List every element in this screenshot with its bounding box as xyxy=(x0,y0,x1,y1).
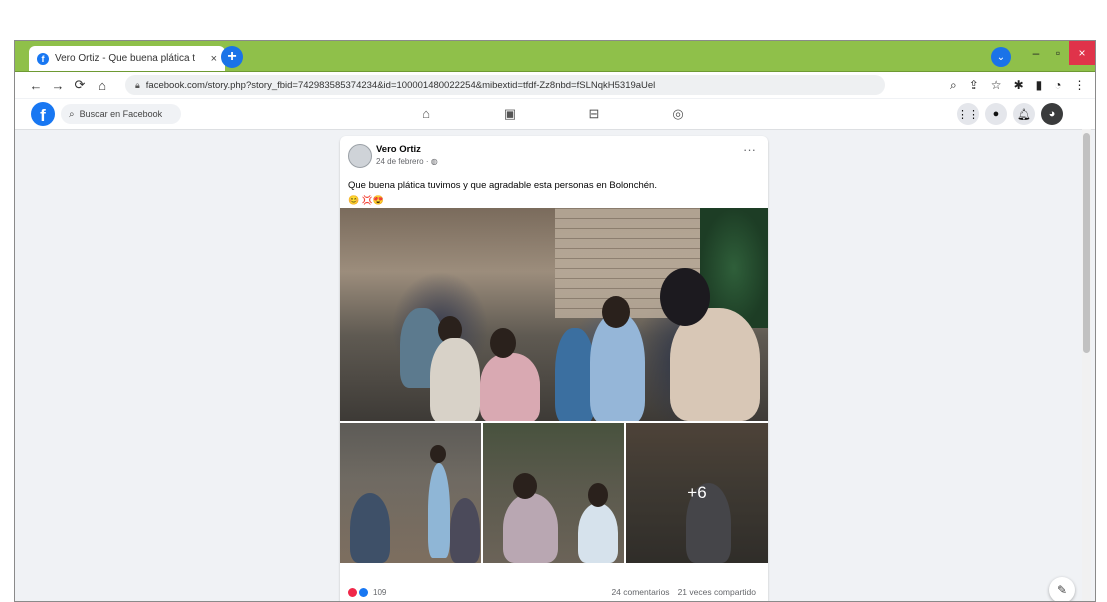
photo-person xyxy=(578,503,618,563)
comments-count[interactable]: 24 comentarios xyxy=(611,587,669,597)
facebook-logo-icon[interactable]: f xyxy=(31,102,55,126)
like-reaction-icon xyxy=(359,588,368,597)
photo-person xyxy=(555,328,595,421)
shares-count[interactable]: 21 veces compartido xyxy=(678,587,756,597)
engagement-summary: 24 comentarios 21 veces compartido xyxy=(611,587,756,597)
zoom-icon[interactable]: ⌕ xyxy=(950,75,957,95)
photo-person xyxy=(503,493,558,563)
home-icon[interactable]: ⌂ xyxy=(417,106,435,122)
account-icon[interactable]: ◕ xyxy=(1041,103,1063,125)
notifications-icon[interactable]: 🔔︎ xyxy=(1013,103,1035,125)
facebook-header: f ⌕ Buscar en Facebook ⌂ ▣ ⊟ ◎ ⋮⋮ ● 🔔︎ ◕ xyxy=(15,99,1095,130)
forward-button[interactable]: → xyxy=(47,78,69,93)
scrollbar-thumb[interactable] xyxy=(1083,133,1090,353)
browser-menu-icon[interactable]: ⋮ xyxy=(1073,75,1085,95)
photo-head xyxy=(490,328,516,358)
messenger-icon[interactable]: ● xyxy=(985,103,1007,125)
photo-head xyxy=(430,445,446,463)
extension-icons: ⌕ ⇪ ☆ ✱ ▮ ◔ ⋮ xyxy=(950,75,1085,95)
photo-person xyxy=(430,338,480,421)
post-photo-thumb[interactable] xyxy=(483,423,624,563)
reactions-summary[interactable]: 109 xyxy=(348,588,386,597)
photo-head xyxy=(602,296,630,328)
new-message-icon[interactable]: ✎ xyxy=(1049,577,1075,601)
love-reaction-icon xyxy=(348,588,357,597)
tab-close-icon[interactable]: × xyxy=(211,53,217,65)
post-card: Vero Ortiz 24 de febrero · ◍ ··· Que bue… xyxy=(340,136,768,601)
groups-icon[interactable]: ◎ xyxy=(669,106,687,122)
post-photo-main[interactable] xyxy=(340,208,768,421)
author-avatar[interactable] xyxy=(348,144,372,168)
reload-button[interactable]: ⟳ xyxy=(69,77,91,93)
photo-person xyxy=(480,353,540,421)
bookmark-star-icon[interactable]: ☆ xyxy=(991,75,1002,95)
post-photo-thumb[interactable] xyxy=(340,423,481,563)
browser-profile-icon[interactable]: ⌄ xyxy=(991,47,1011,67)
page-scrollbar[interactable] xyxy=(1082,129,1091,601)
browser-toolbar: ← → ⟳ ⌂ 🔒︎ facebook.com/story.php?story_… xyxy=(15,72,1095,98)
address-bar[interactable]: 🔒︎ facebook.com/story.php?story_fbid=742… xyxy=(125,75,885,95)
maximize-button[interactable]: ▫ xyxy=(1047,41,1069,65)
photo-person xyxy=(590,313,645,421)
extensions-puzzle-icon[interactable]: ✱ xyxy=(1014,75,1024,95)
menu-icon[interactable]: ⋮⋮ xyxy=(957,103,979,125)
post-photo-thumbnails: +6 xyxy=(340,423,768,563)
post-options-icon[interactable]: ··· xyxy=(743,142,756,157)
marketplace-icon[interactable]: ⊟ xyxy=(585,106,603,122)
browser-tab[interactable]: f Vero Ortiz - Que buena plática t × xyxy=(29,46,225,71)
photo-person xyxy=(350,493,390,563)
photo-head xyxy=(513,473,537,499)
post-photo-thumb-more[interactable]: +6 xyxy=(626,423,768,563)
lock-icon[interactable]: 🔒︎ xyxy=(135,80,140,91)
post-text: Que buena plática tuvimos y que agradabl… xyxy=(348,180,657,191)
more-photos-count[interactable]: +6 xyxy=(626,423,768,563)
photo-head xyxy=(588,483,608,507)
profile-avatar-icon[interactable]: ◔ xyxy=(1054,75,1061,95)
reaction-count: 109 xyxy=(373,588,387,597)
url-text: facebook.com/story.php?story_fbid=742983… xyxy=(145,79,656,91)
back-button[interactable]: ← xyxy=(25,78,47,93)
share-icon[interactable]: ⇪ xyxy=(969,75,979,95)
watch-icon[interactable]: ▣ xyxy=(501,106,519,122)
sidepanel-icon[interactable]: ▮ xyxy=(1036,75,1043,95)
browser-window: f Vero Ortiz - Que buena plática t × + ⌄… xyxy=(14,40,1096,602)
minimize-button[interactable]: – xyxy=(1025,41,1047,65)
close-window-button[interactable]: × xyxy=(1069,41,1095,65)
photo-head xyxy=(660,268,710,326)
new-tab-button[interactable]: + xyxy=(221,46,243,68)
home-button[interactable]: ⌂ xyxy=(91,78,113,93)
photo-person xyxy=(428,463,450,558)
search-icon: ⌕ xyxy=(69,108,75,120)
post-author[interactable]: Vero Ortiz xyxy=(376,144,421,155)
photo-person xyxy=(450,498,480,563)
post-date[interactable]: 24 de febrero · ◍ xyxy=(376,157,438,166)
facebook-favicon-icon: f xyxy=(37,52,49,65)
facebook-search-input[interactable]: ⌕ Buscar en Facebook xyxy=(61,104,181,124)
search-placeholder: Buscar en Facebook xyxy=(79,109,163,119)
tab-strip: f Vero Ortiz - Que buena plática t × + ⌄… xyxy=(15,41,1095,72)
tab-title: Vero Ortiz - Que buena plática t xyxy=(55,53,196,64)
post-emojis: 😊 💢😍 xyxy=(348,195,385,205)
